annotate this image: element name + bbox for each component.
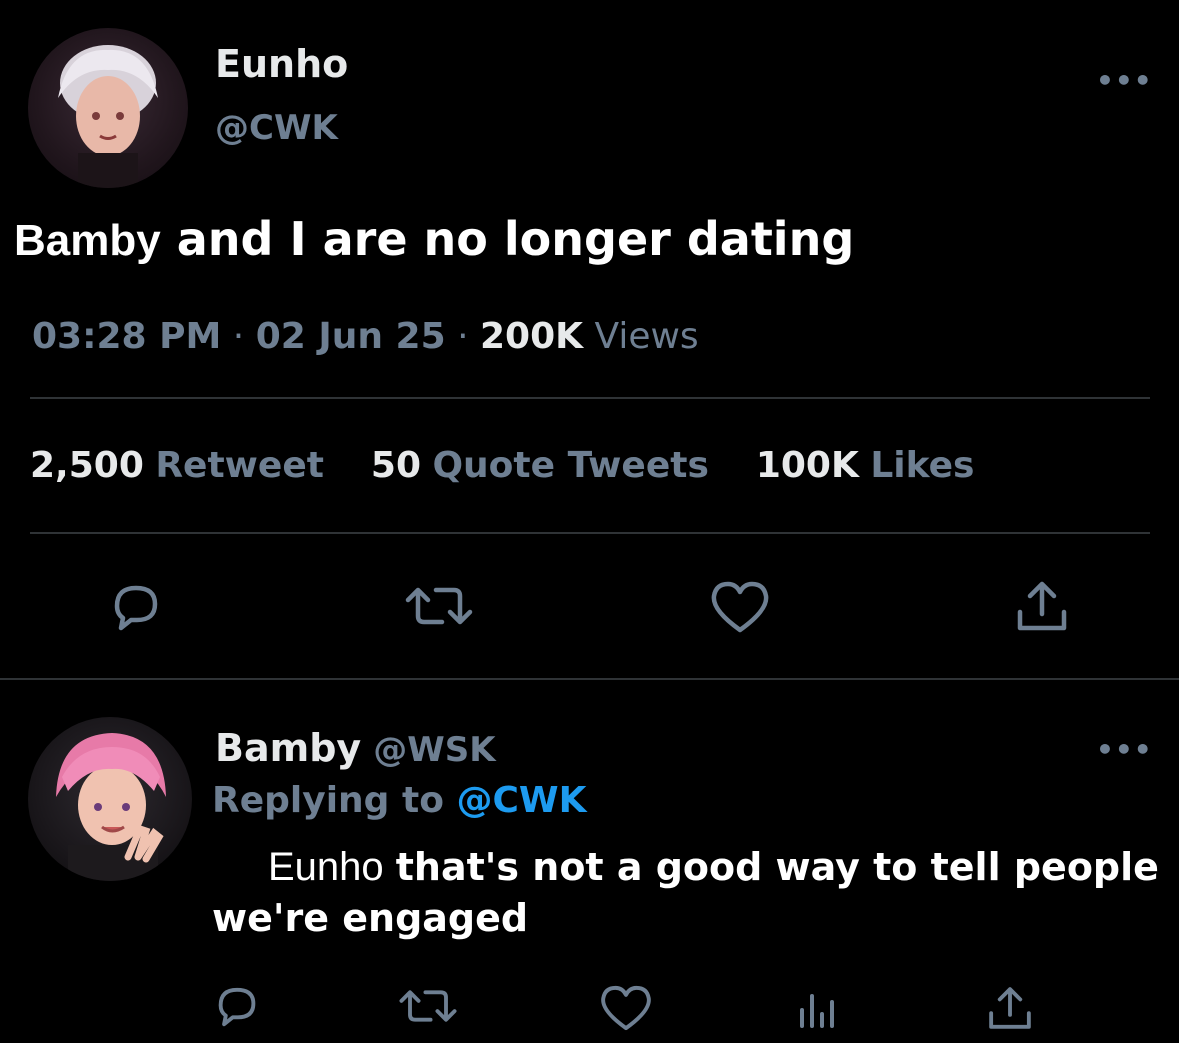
avatar-portrait-icon (58, 45, 158, 188)
reply-text-line1: Eunho that's not a good way to tell peop… (268, 845, 1159, 890)
avatar-bamby[interactable] (28, 717, 192, 881)
quotes-count: 50 (370, 445, 421, 486)
replying-label: Replying to (212, 780, 444, 821)
retweets-count: 2,500 (30, 445, 144, 486)
reply-icon[interactable] (212, 984, 262, 1030)
tweet-date[interactable]: 02 Jun 25 (256, 316, 446, 357)
replying-handle[interactable]: @CWK (456, 780, 586, 821)
reply-text-mention: Eunho (268, 845, 384, 889)
reply-icon[interactable] (107, 582, 165, 634)
tweet-views-count: 200K (479, 316, 584, 357)
tweet-author-name[interactable]: Eunho (215, 42, 348, 86)
avatar-portrait-icon (56, 733, 166, 881)
tweet-text-mention: Bamby (14, 216, 161, 265)
reply-header: Bamby @WSK (215, 726, 496, 770)
divider (30, 532, 1150, 534)
likes-count: 100K (755, 445, 859, 486)
likes-label: Likes (870, 445, 975, 486)
quotes-stat[interactable]: 50 Quote Tweets (371, 445, 720, 486)
tweet-more-icon[interactable]: ••• (1096, 64, 1153, 97)
retweets-label: Retweet (155, 445, 324, 486)
tweet-stats: 2,500 Retweet 50 Quote Tweets 100K Likes (30, 445, 974, 486)
divider (30, 397, 1150, 399)
reply-author-handle[interactable]: @WSK (373, 730, 495, 770)
reply-more-icon[interactable]: ••• (1096, 733, 1153, 766)
analytics-icon[interactable] (796, 986, 840, 1030)
meta-separator: · (232, 316, 245, 357)
tweet-author-handle[interactable]: @CWK (215, 108, 338, 148)
tweet-time[interactable]: 03:28 PM (32, 316, 221, 357)
replying-to: Replying to @CWK (212, 780, 587, 821)
meta-separator: · (457, 316, 469, 357)
tweet-views-label: Views (594, 316, 699, 357)
reply-text-body: that's not a good way to tell people (395, 845, 1159, 889)
retweets-stat[interactable]: 2,500 Retweet (30, 445, 335, 486)
tweet-text: Bamby and I are no longer dating (14, 212, 854, 266)
reply-text-line2: we're engaged (212, 896, 529, 940)
avatar-eunho[interactable] (28, 28, 188, 188)
reply-author-name[interactable]: Bamby (215, 726, 361, 770)
likes-stat[interactable]: 100K Likes (756, 445, 975, 486)
retweet-icon[interactable] (398, 985, 458, 1027)
share-icon[interactable] (1012, 578, 1072, 634)
tweet-meta: 03:28 PM · 02 Jun 25 · 200K Views (32, 316, 699, 357)
share-icon[interactable] (984, 984, 1036, 1032)
retweet-icon[interactable] (404, 582, 474, 630)
divider (0, 678, 1179, 680)
heart-icon[interactable] (708, 580, 772, 634)
quotes-label: Quote Tweets (432, 445, 709, 486)
tweet-text-body: and I are no longer dating (176, 212, 855, 266)
heart-icon[interactable] (598, 984, 654, 1032)
